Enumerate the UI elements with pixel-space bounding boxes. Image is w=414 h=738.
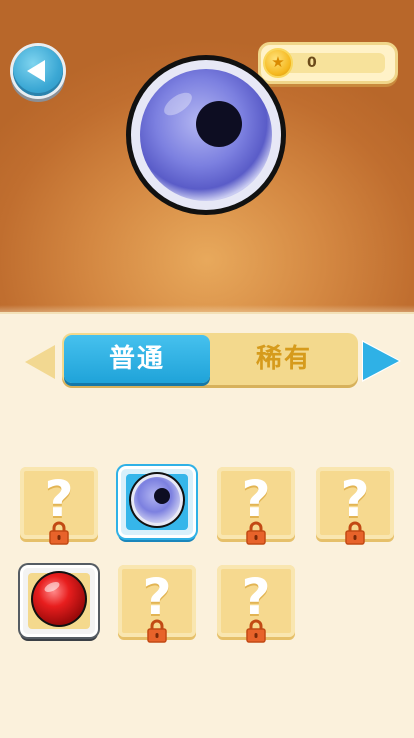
back-arrow-icon	[27, 60, 45, 82]
tab-rare-label: 稀有	[255, 344, 312, 374]
ball-slot-locked[interactable]: ?	[217, 467, 295, 545]
ball-slot-unlocked[interactable]	[20, 565, 98, 641]
purple-eyeball-icon	[129, 472, 185, 528]
next-arrow-button[interactable]	[363, 342, 399, 380]
coin-count: 0	[307, 55, 317, 71]
category-tabs: 普通 稀有	[62, 333, 358, 387]
selected-ball-preview	[126, 55, 286, 215]
ball-slot-locked[interactable]: ?	[217, 565, 295, 643]
lock-icon	[345, 521, 365, 545]
lock-icon	[147, 619, 167, 643]
unknown-mark: ?	[340, 470, 370, 528]
unknown-mark: ?	[241, 568, 271, 626]
previous-arrow-button[interactable]	[25, 345, 55, 379]
back-button[interactable]	[11, 44, 65, 102]
unknown-mark: ?	[44, 470, 74, 528]
ball-slot-selected[interactable]	[118, 466, 196, 542]
ball-slot-locked[interactable]: ?	[316, 467, 394, 545]
unknown-mark: ?	[241, 470, 271, 528]
unknown-mark: ?	[142, 568, 172, 626]
lock-icon	[49, 521, 69, 545]
ball-slot-locked[interactable]: ?	[118, 565, 196, 643]
tab-common[interactable]: 普通	[64, 335, 210, 383]
tab-common-label: 普通	[108, 344, 165, 374]
tab-rare[interactable]: 稀有	[212, 335, 356, 383]
lock-icon	[246, 521, 266, 545]
lock-icon	[246, 619, 266, 643]
ball-slot-locked[interactable]: ?	[20, 467, 98, 545]
red-ball-icon	[31, 571, 87, 627]
